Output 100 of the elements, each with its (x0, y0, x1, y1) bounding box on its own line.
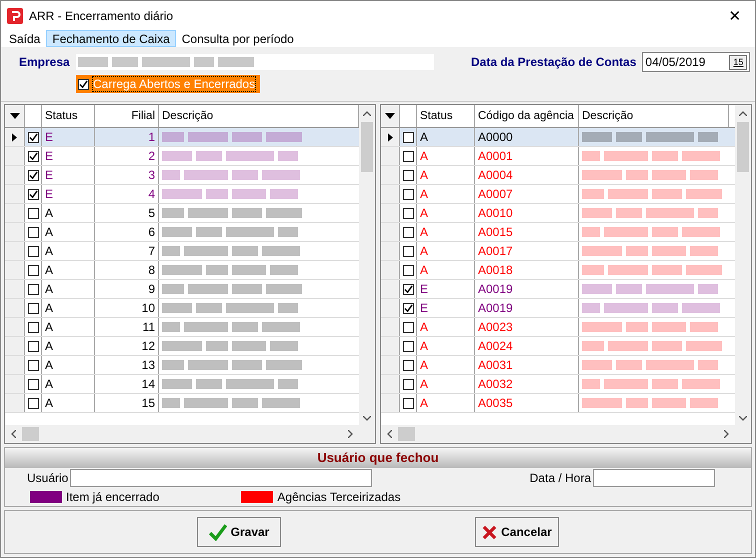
dropdown-arrow-icon[interactable] (385, 113, 395, 119)
table-row[interactable]: A 15 (5, 394, 359, 413)
current-row-icon (12, 132, 17, 142)
table-cell: 2 (148, 149, 155, 163)
row-checkbox[interactable] (28, 208, 38, 218)
table-row[interactable]: A 9 (5, 280, 359, 299)
row-checkbox[interactable] (28, 264, 38, 276)
column-header[interactable]: Filial (95, 105, 159, 127)
vertical-scrollbar[interactable] (735, 105, 751, 425)
table-row[interactable]: E 2 (5, 147, 359, 166)
table-row[interactable]: A 11 (5, 318, 359, 337)
table-row[interactable]: A 8 (5, 261, 359, 280)
checkmark-icon (404, 284, 412, 294)
scroll-down-icon[interactable] (739, 416, 747, 421)
row-checkbox[interactable] (28, 188, 38, 200)
table-cell: A (420, 339, 428, 353)
row-checkbox[interactable] (28, 378, 38, 390)
table-cell: 5 (148, 206, 155, 220)
row-checkbox[interactable] (28, 150, 38, 162)
datetime-field[interactable] (593, 469, 715, 487)
table-row[interactable]: A A0000 (381, 128, 735, 147)
row-checkbox[interactable] (402, 208, 414, 218)
row-checkbox[interactable] (28, 340, 38, 352)
scroll-thumb[interactable] (361, 122, 373, 172)
row-checkbox[interactable] (402, 340, 414, 352)
table-row[interactable]: E 1 (5, 128, 359, 147)
menu-item[interactable]: Fechamento de Caixa (46, 30, 176, 47)
field-label: Usuário (27, 471, 68, 485)
column-header[interactable]: Descrição (579, 105, 729, 127)
scroll-up-icon[interactable] (363, 111, 371, 116)
table-cell: 8 (148, 263, 155, 277)
row-checkbox[interactable] (28, 302, 38, 314)
date-field[interactable]: 04/05/2019 15 (642, 52, 750, 72)
horizontal-scrollbar[interactable] (5, 425, 375, 443)
scroll-thumb[interactable] (737, 122, 749, 172)
menu-item[interactable]: Consulta por período (176, 30, 300, 47)
table-row[interactable]: A 13 (5, 356, 359, 375)
row-checkbox[interactable] (402, 360, 414, 370)
horizontal-scrollbar[interactable] (381, 425, 751, 443)
table-row[interactable]: E 4 (5, 185, 359, 204)
row-checkbox[interactable] (402, 188, 414, 200)
row-checkbox[interactable] (402, 246, 414, 256)
table-row[interactable]: A 5 (5, 204, 359, 223)
row-checkbox[interactable] (402, 226, 414, 238)
table-cell: A0024 (478, 339, 513, 353)
scroll-left-icon[interactable] (387, 430, 392, 438)
checkmark-icon (28, 152, 38, 160)
calendar-button[interactable]: 15 (729, 54, 748, 70)
legend-label: Item já encerrado (66, 490, 160, 504)
table-row[interactable]: A 10 (5, 299, 359, 318)
menu-item[interactable]: Saída (3, 30, 46, 47)
table-cell: A (45, 358, 54, 372)
column-header[interactable]: Código da agência (475, 105, 579, 127)
row-checkbox[interactable] (402, 398, 414, 408)
field-label: Data / Hora (530, 471, 591, 485)
row-checkbox[interactable] (402, 150, 414, 162)
vertical-scrollbar[interactable] (359, 105, 375, 425)
row-checkbox[interactable] (402, 264, 414, 276)
row-checkbox[interactable] (28, 398, 38, 408)
field-label: Empresa (19, 55, 71, 69)
column-header[interactable]: Status (417, 105, 475, 127)
column-header[interactable]: Status (42, 105, 95, 127)
table-cell: A0019 (478, 301, 513, 315)
row-checkbox[interactable] (28, 360, 38, 370)
table-cell: E (420, 301, 428, 315)
row-checkbox[interactable] (402, 170, 414, 180)
table-row[interactable]: A 7 (5, 242, 359, 261)
scroll-down-icon[interactable] (363, 416, 371, 421)
table-cell: A (45, 396, 54, 410)
row-checkbox[interactable] (402, 322, 414, 332)
close-icon (482, 524, 498, 540)
scroll-left-icon[interactable] (11, 430, 16, 438)
row-checkbox[interactable] (28, 170, 38, 180)
scroll-thumb[interactable] (22, 427, 39, 441)
checkmark-icon (79, 80, 88, 88)
close-button[interactable]: ✕ (715, 1, 755, 30)
row-checkbox[interactable] (28, 322, 38, 332)
user-field[interactable] (70, 469, 372, 487)
row-checkbox[interactable] (402, 132, 414, 142)
row-checkbox[interactable] (28, 246, 38, 256)
scroll-right-icon[interactable] (724, 430, 729, 438)
save-button[interactable]: Gravar (197, 517, 281, 547)
row-checkbox[interactable] (28, 226, 38, 238)
row-checkbox[interactable] (402, 302, 414, 314)
company-field[interactable] (76, 54, 434, 70)
scroll-up-icon[interactable] (739, 111, 747, 116)
table-cell: A (45, 225, 54, 239)
table-row[interactable]: A 6 (5, 223, 359, 242)
table-row[interactable]: A 14 (5, 375, 359, 394)
scroll-right-icon[interactable] (348, 430, 353, 438)
cancel-button[interactable]: Cancelar (475, 517, 559, 547)
dropdown-arrow-icon[interactable] (10, 113, 20, 119)
scroll-thumb[interactable] (398, 427, 415, 441)
row-checkbox[interactable] (402, 284, 414, 294)
table-row[interactable]: E 3 (5, 166, 359, 185)
table-row[interactable]: A 12 (5, 337, 359, 356)
row-checkbox[interactable] (28, 284, 38, 294)
row-checkbox[interactable] (28, 132, 38, 142)
row-checkbox[interactable] (402, 378, 414, 390)
table-cell: A0018 (478, 263, 513, 277)
